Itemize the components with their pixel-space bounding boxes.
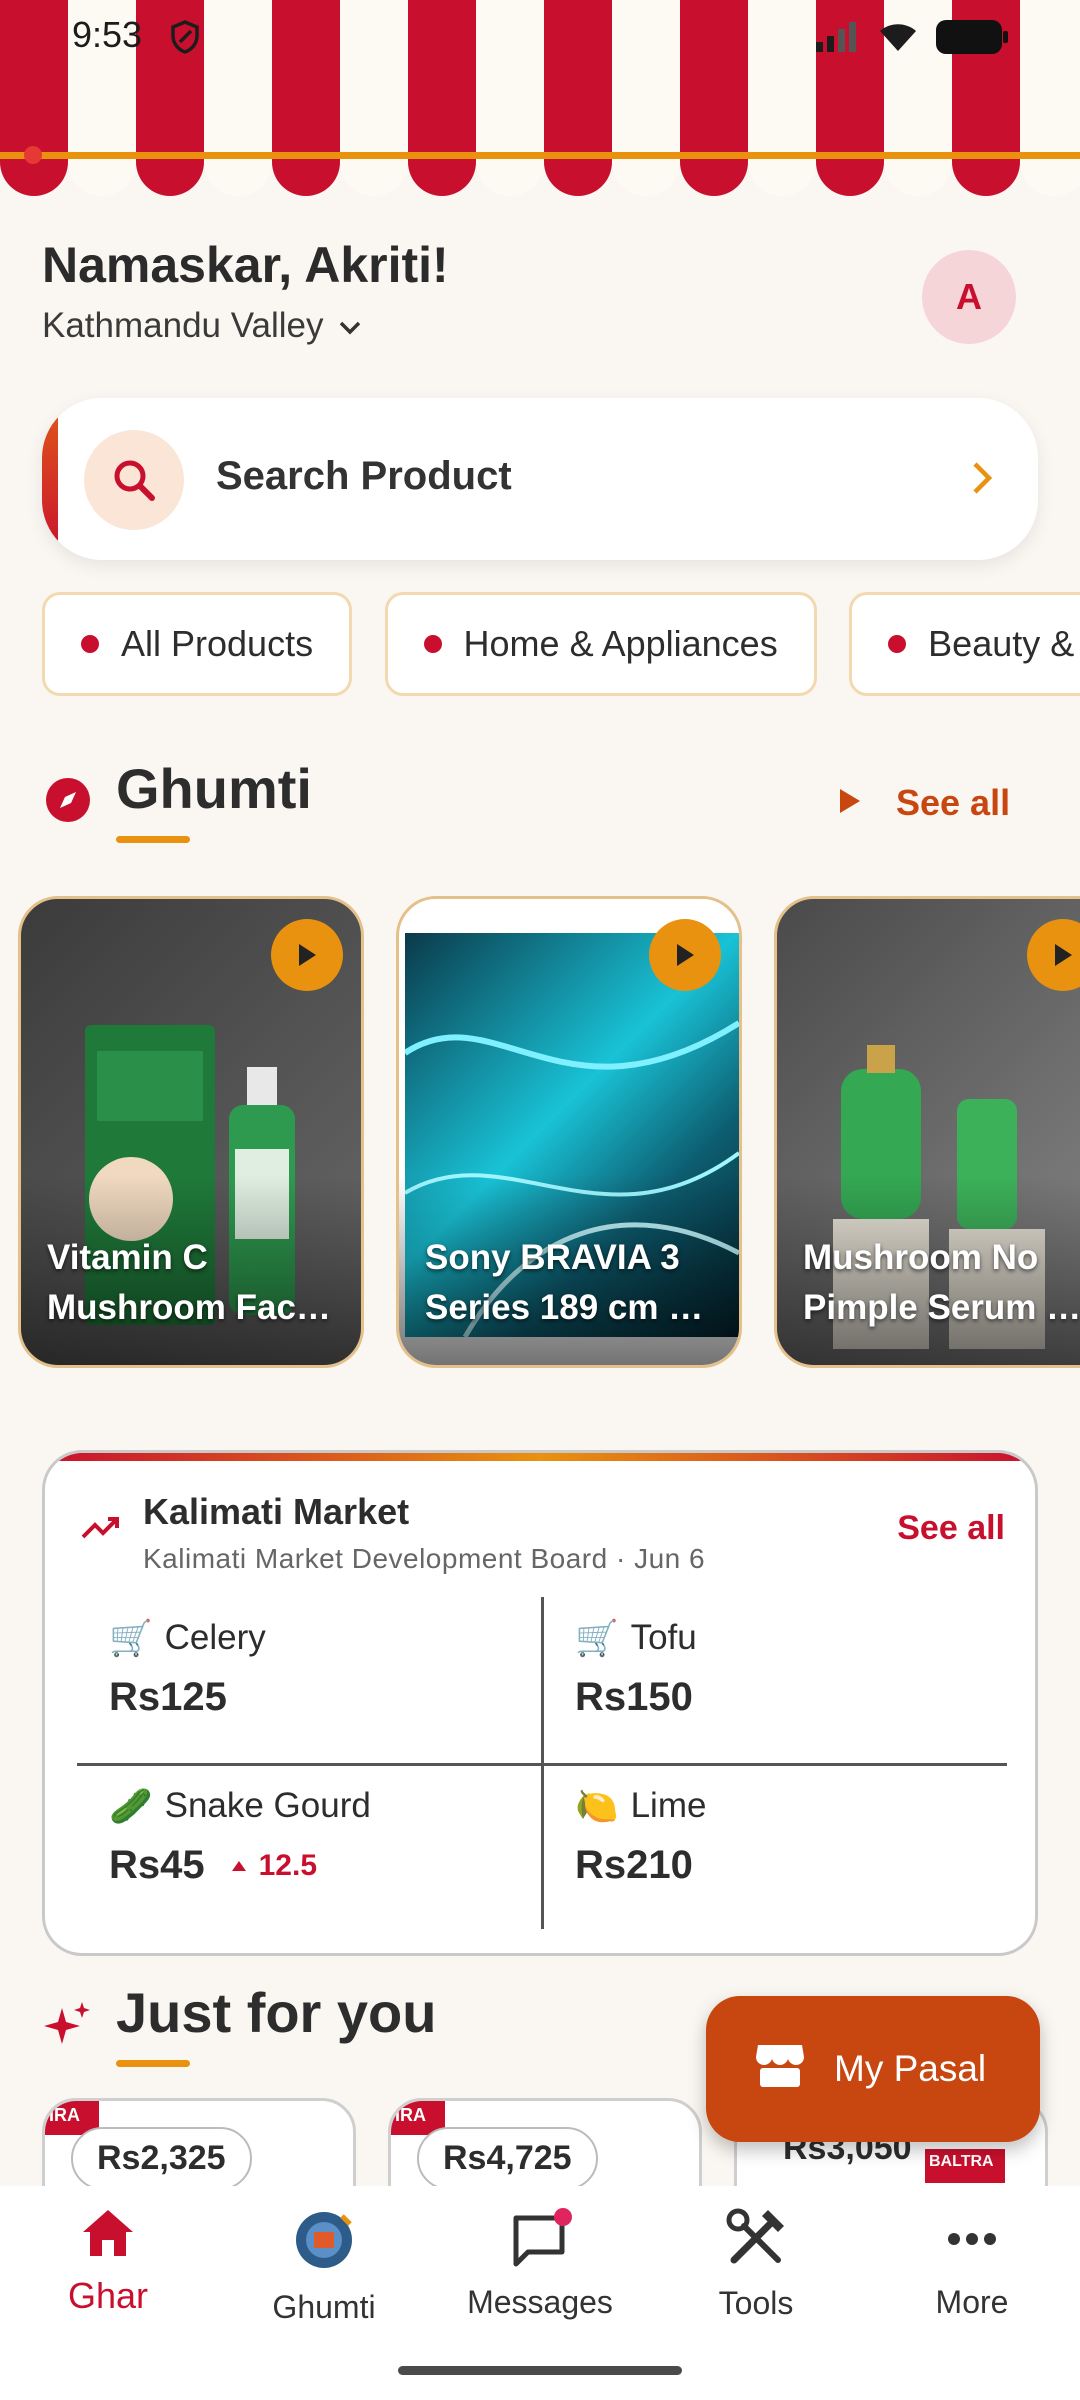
- market-divider-horizontal: [77, 1763, 1007, 1766]
- cart-icon: 🛒: [575, 1618, 619, 1658]
- chip-label: All Products: [121, 623, 314, 664]
- market-item-celery[interactable]: 🛒 Celery Rs125: [109, 1613, 529, 1720]
- avatar-initial: A: [956, 276, 982, 317]
- cucumber-icon: 🥒: [109, 1786, 153, 1826]
- video-title: Sony BRAVIA 3 Series 189 cm …: [425, 1238, 704, 1327]
- chip-dot: [888, 635, 907, 653]
- play-button-icon[interactable]: [271, 919, 343, 991]
- compass-icon: [44, 776, 92, 829]
- nav-label: Messages: [467, 2284, 613, 2320]
- lemon-icon: 🍋: [575, 1786, 619, 1826]
- chevron-down-icon: [337, 306, 363, 346]
- nav-label: Ghar: [67, 2275, 149, 2316]
- product-price: Rs2,325: [71, 2127, 252, 2186]
- arrow-up-icon: [231, 1860, 246, 1871]
- ghumti-see-all-button[interactable]: See all: [838, 782, 1010, 824]
- home-icon: [81, 2208, 135, 2263]
- item-name: Snake Gourd: [164, 1786, 371, 1825]
- nav-item-tools[interactable]: Tools: [648, 2208, 864, 2322]
- product-card[interactable]: IRA Rs4,725: [388, 2098, 702, 2186]
- video-title: Mushroom No Pimple Serum …: [803, 1238, 1080, 1327]
- status-bar: 9:53: [0, 0, 1080, 72]
- unread-badge: [554, 2208, 572, 2226]
- vpn-shield-icon: [170, 20, 200, 59]
- market-prices-card: Kalimati Market Kalimati Market Developm…: [42, 1450, 1038, 1956]
- chip-dot: [423, 635, 442, 653]
- chip-label: Beauty &: [928, 623, 1075, 664]
- trending-up-icon: [81, 1515, 121, 1546]
- chip-home-appliances[interactable]: Home & Appliances: [384, 592, 817, 696]
- store-icon: [754, 2041, 806, 2098]
- product-brand: BALTRA: [925, 2149, 1005, 2183]
- market-item-lime[interactable]: 🍋 Lime Rs210: [575, 1781, 995, 1888]
- market-see-all-button[interactable]: See all: [897, 1509, 1005, 1548]
- nav-item-ghar[interactable]: Ghar: [0, 2208, 216, 2317]
- greeting-title: Namaskar, Akriti!: [42, 237, 449, 293]
- video-card[interactable]: Mushroom No Pimple Serum …: [774, 896, 1080, 1368]
- nav-label: Tools: [718, 2285, 794, 2321]
- just-for-you-title: Just for you: [116, 1981, 437, 2044]
- signal-icon: [816, 22, 860, 57]
- avatar[interactable]: A: [922, 250, 1016, 344]
- nav-item-messages[interactable]: Messages: [432, 2208, 648, 2321]
- chip-all-products[interactable]: All Products: [42, 592, 353, 696]
- search-placeholder: Search Product: [216, 454, 512, 498]
- chat-icon: [508, 2208, 572, 2272]
- nav-label: Ghumti: [272, 2289, 376, 2325]
- sparkle-icon: [44, 2000, 92, 2053]
- wifi-icon: [878, 21, 918, 58]
- item-name: Celery: [164, 1618, 266, 1657]
- item-price: Rs45: [109, 1843, 205, 1887]
- item-name: Lime: [630, 1786, 707, 1825]
- play-button-icon[interactable]: [649, 919, 721, 991]
- ghumti-title: Ghumti: [116, 757, 312, 820]
- location-label: Kathmandu Valley: [42, 306, 324, 345]
- market-item-tofu[interactable]: 🛒 Tofu Rs150: [575, 1613, 995, 1720]
- just-for-you-underline: [116, 2060, 190, 2067]
- market-subtitle: Kalimati Market Development Board · Jun …: [143, 1543, 706, 1574]
- awning-scallops: [0, 140, 1080, 196]
- chip-dot: [81, 635, 99, 653]
- see-all-label: See all: [896, 782, 1011, 823]
- video-title: Vitamin C Mushroom Fac…: [47, 1238, 331, 1327]
- chevron-right-icon: [970, 458, 994, 503]
- nav-item-more[interactable]: More: [864, 2208, 1080, 2321]
- location-selector[interactable]: Kathmandu Valley: [42, 306, 363, 346]
- video-card[interactable]: Vitamin C Mushroom Fac…: [18, 896, 364, 1368]
- product-price: Rs4,725: [417, 2127, 598, 2186]
- market-item-snake-gourd[interactable]: 🥒 Snake Gourd Rs45 12.5: [109, 1781, 529, 1888]
- chip-label: Home & Appliances: [463, 623, 778, 664]
- status-time: 9:53: [72, 14, 143, 55]
- market-accent-bar: [45, 1453, 1035, 1461]
- item-price: Rs125: [109, 1675, 227, 1719]
- price-change: 12.5: [231, 1849, 317, 1883]
- my-pasal-label: My Pasal: [834, 2048, 987, 2089]
- play-icon: [838, 782, 862, 824]
- chip-beauty[interactable]: Beauty &: [849, 592, 1080, 696]
- awning-dot: [24, 146, 42, 164]
- ghumti-video-carousel: Vitamin C Mushroom Fac… Sony BRAVIA 3 Se…: [18, 896, 1080, 1368]
- tools-icon: [726, 2208, 786, 2273]
- home-indicator[interactable]: [398, 2366, 682, 2375]
- item-price: Rs210: [575, 1843, 693, 1887]
- ghumti-underline: [116, 836, 190, 843]
- search-bar[interactable]: Search Product: [42, 398, 1038, 560]
- nav-item-ghumti[interactable]: Ghumti: [216, 2208, 432, 2326]
- video-card[interactable]: Sony BRAVIA 3 Series 189 cm …: [396, 896, 742, 1368]
- cart-icon: 🛒: [109, 1618, 153, 1658]
- price-change-value: 12.5: [258, 1848, 318, 1882]
- category-chips: All Products Home & Appliances Beauty &: [42, 592, 1080, 696]
- item-name: Tofu: [630, 1618, 697, 1657]
- my-pasal-button[interactable]: My Pasal: [706, 1996, 1040, 2142]
- market-title: Kalimati Market: [143, 1491, 410, 1532]
- item-price: Rs150: [575, 1675, 693, 1719]
- awning-gold-line: [0, 152, 1080, 159]
- product-card[interactable]: IRA Rs2,325: [42, 2098, 356, 2186]
- nav-label: More: [935, 2284, 1009, 2320]
- ghumti-icon: [292, 2208, 356, 2277]
- more-icon: [947, 2208, 997, 2272]
- search-icon: [84, 430, 184, 530]
- battery-icon: [936, 20, 1008, 59]
